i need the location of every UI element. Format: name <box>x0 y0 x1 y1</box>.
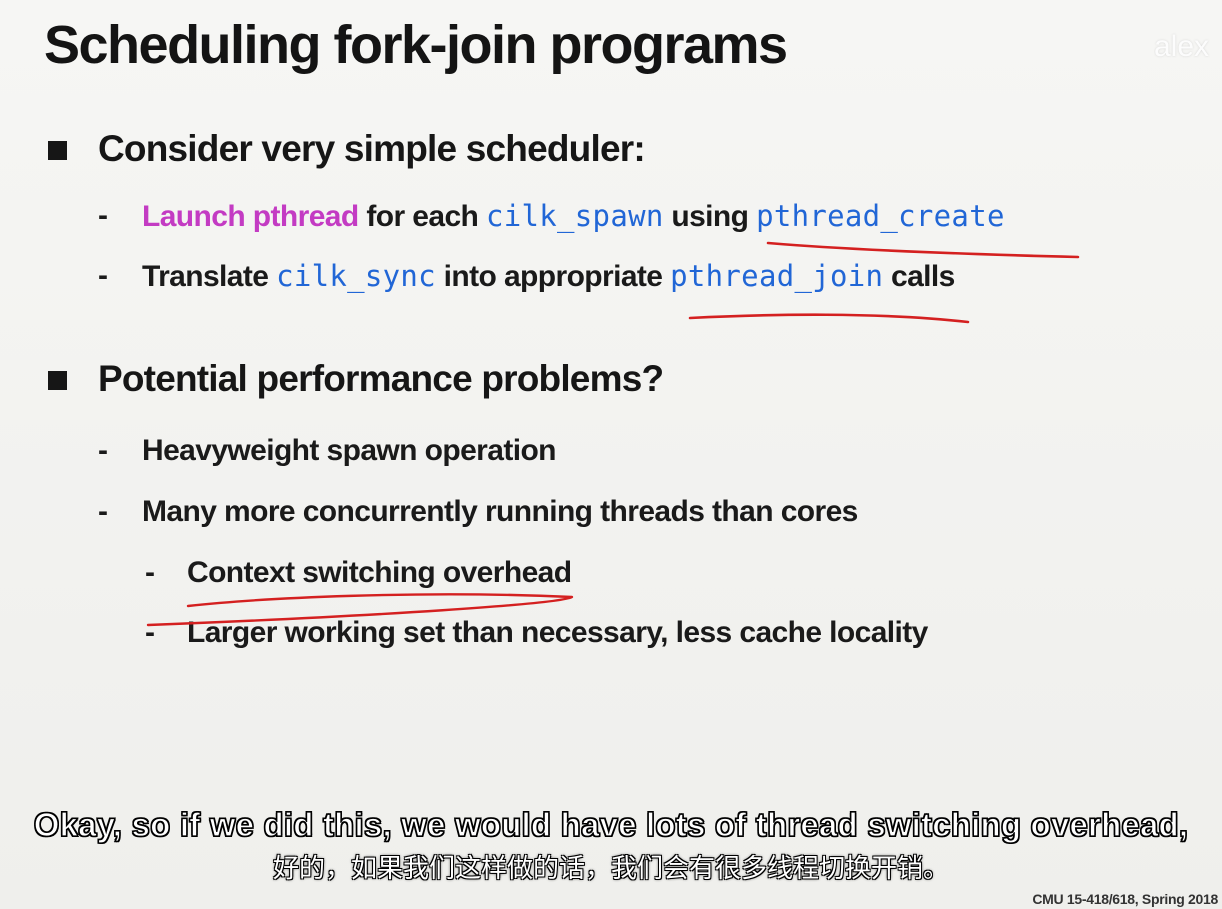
bullet-text: Consider very simple scheduler: <box>98 128 646 169</box>
subtitle-english: Okay, so if we did this, we would have l… <box>33 805 1189 843</box>
square-bullet-icon <box>48 371 67 390</box>
sub-bullet-translate-sync: - Translate cilk_sync into appropriate p… <box>98 259 955 294</box>
sub-bullet-launch-pthread: - Launch pthread for each cilk_spawn usi… <box>98 199 1005 234</box>
subsub-bullet-working-set: - Larger working set than necessary, les… <box>145 616 928 650</box>
dash-marker: - <box>98 495 108 528</box>
watermark-text: alex <box>1154 30 1210 63</box>
dash-marker: - <box>145 616 155 649</box>
plain-text: using <box>663 200 757 233</box>
sub-bullet-heavyweight-spawn: - Heavyweight spawn operation <box>98 434 557 468</box>
course-footer: CMU 15-418/618, Spring 2018 <box>1032 891 1218 907</box>
sub-bullet-text: Many more concurrently running threads t… <box>142 495 858 528</box>
square-bullet-icon <box>48 141 67 160</box>
dash-marker: - <box>98 259 108 292</box>
highlight-text: Launch pthread <box>142 200 359 233</box>
subtitle-chinese: 好的，如果我们这样做的话，我们会有很多线程切换开销。 <box>272 854 949 884</box>
sub-bullet-text: Heavyweight spawn operation <box>142 434 557 467</box>
plain-text: calls <box>883 260 955 293</box>
bullet-performance-problems: Potential performance problems? <box>48 358 664 400</box>
dash-marker: - <box>145 556 155 589</box>
code-cilk-spawn: cilk_spawn <box>486 199 664 233</box>
bullet-text: Potential performance problems? <box>98 358 664 399</box>
subsub-bullet-text: Larger working set than necessary, less … <box>187 616 928 649</box>
underline-pthread-create <box>766 241 1080 259</box>
underline-pthread-join <box>688 313 970 324</box>
lecture-slide: Scheduling fork-join programs alex Consi… <box>0 0 1222 909</box>
subsub-bullet-text: Context switching overhead <box>187 556 572 589</box>
code-pthread-create: pthread_create <box>756 199 1005 233</box>
plain-text: into appropriate <box>435 260 671 293</box>
dash-marker: - <box>98 434 108 467</box>
code-cilk-sync: cilk_sync <box>276 259 436 293</box>
plain-text: Translate <box>142 260 277 293</box>
code-pthread-join: pthread_join <box>670 259 884 293</box>
subsub-bullet-context-switching: - Context switching overhead <box>145 556 572 590</box>
sub-bullet-many-threads: - Many more concurrently running threads… <box>98 495 858 529</box>
bullet-consider-scheduler: Consider very simple scheduler: <box>48 128 646 170</box>
slide-title: Scheduling fork-join programs <box>44 15 788 75</box>
dash-marker: - <box>98 199 108 232</box>
plain-text: for each <box>358 200 486 233</box>
